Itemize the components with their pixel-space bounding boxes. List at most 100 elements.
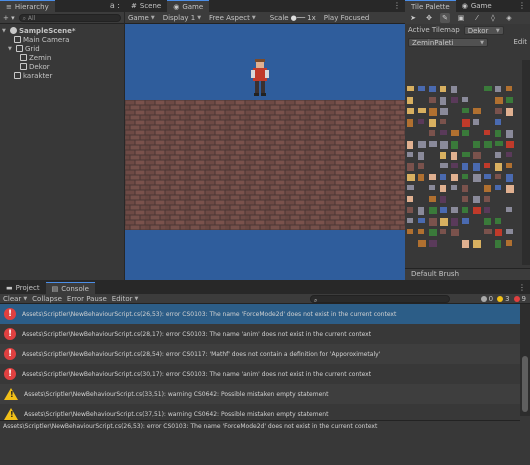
palette-tile[interactable] <box>440 86 446 92</box>
palette-tile[interactable] <box>407 185 414 190</box>
palette-tile[interactable] <box>418 108 426 113</box>
palette-tile[interactable] <box>506 152 512 157</box>
palette-tile[interactable] <box>429 240 437 247</box>
palette-tile[interactable] <box>440 196 446 203</box>
palette-tile[interactable] <box>473 240 481 248</box>
active-tilemap-dropdown[interactable]: Dekor ▼ <box>463 25 504 35</box>
palette-tile[interactable] <box>407 196 413 202</box>
palette-tile[interactable] <box>429 185 435 190</box>
tree-item-main-camera[interactable]: Main Camera <box>2 35 124 44</box>
aspect-dropdown[interactable]: Free Aspect ▼ <box>209 14 256 22</box>
palette-tile[interactable] <box>473 174 481 182</box>
tree-item-karakter[interactable]: karakter <box>2 71 124 80</box>
tree-item-zemin[interactable]: Zemin <box>2 53 124 62</box>
slider-icon[interactable]: ●── <box>291 14 306 22</box>
log-entry[interactable]: ! Assets\Scriptler\NewBehaviourScript.cs… <box>0 324 520 344</box>
palette-tile[interactable] <box>440 97 446 105</box>
palette-tile[interactable] <box>418 229 424 234</box>
tab-scene[interactable]: # Scene <box>125 0 167 12</box>
tab-console[interactable]: ▤ Console <box>45 282 95 294</box>
add-button[interactable]: + ▾ <box>3 14 15 22</box>
palette-tile[interactable] <box>451 86 457 93</box>
palette-tile[interactable] <box>418 174 424 181</box>
info-counter[interactable]: 0 <box>480 295 493 303</box>
palette-tile[interactable] <box>495 218 501 224</box>
palette-tile[interactable] <box>429 196 436 202</box>
palette-tile[interactable] <box>407 229 413 234</box>
box-fill-icon[interactable]: ▣ <box>456 13 466 23</box>
palette-tile[interactable] <box>418 86 425 91</box>
error-pause-button[interactable]: Error Pause <box>67 295 107 303</box>
palette-tile[interactable] <box>495 185 501 190</box>
expand-arrow-icon[interactable]: ▼ <box>2 28 8 34</box>
palette-tile[interactable] <box>484 185 491 192</box>
palette-tile[interactable] <box>440 185 446 192</box>
palette-tile[interactable] <box>473 196 480 203</box>
palette-tile[interactable] <box>407 174 415 181</box>
palette-tile[interactable] <box>451 141 458 149</box>
palette-tile[interactable] <box>451 185 457 190</box>
warning-counter[interactable]: 3 <box>497 295 510 303</box>
error-counter[interactable]: 9 <box>513 295 526 303</box>
tab-menu-icon[interactable]: a : <box>110 1 120 10</box>
palette-tile[interactable] <box>462 207 468 213</box>
display-dropdown[interactable]: Display 1 ▼ <box>163 14 201 22</box>
play-mode-dropdown[interactable]: Play Focused <box>324 14 370 22</box>
palette-tile[interactable] <box>407 163 414 171</box>
palette-tile[interactable] <box>462 185 468 192</box>
palette-tile[interactable] <box>473 163 480 171</box>
palette-tile[interactable] <box>462 218 469 224</box>
console-search-input[interactable]: ⌕ <box>310 295 450 304</box>
palette-tile[interactable] <box>506 240 512 246</box>
palette-tile[interactable] <box>495 119 501 125</box>
palette-tile[interactable] <box>495 97 503 104</box>
palette-tile[interactable] <box>462 196 468 202</box>
palette-tile[interactable] <box>462 130 469 136</box>
log-entry[interactable]: ! Assets\Scriptler\NewBehaviourScript.cs… <box>0 304 520 324</box>
game-mode-dropdown[interactable]: Game ▼ <box>128 14 155 22</box>
tree-item-grid[interactable]: ▼ Grid <box>2 44 124 53</box>
palette-tile[interactable] <box>418 207 424 215</box>
palette-tile[interactable] <box>429 108 437 116</box>
tab-hierarchy[interactable]: ≡ Hierarchy <box>0 0 55 12</box>
palette-tile[interactable] <box>484 229 492 234</box>
palette-tile[interactable] <box>506 97 513 103</box>
erase-icon[interactable]: ◊ <box>488 13 498 23</box>
palette-tile[interactable] <box>484 196 490 202</box>
editor-dropdown[interactable]: Editor ▼ <box>112 295 139 303</box>
palette-tile[interactable] <box>429 141 437 147</box>
palette-tile[interactable] <box>451 207 458 213</box>
palette-tile[interactable] <box>506 130 513 138</box>
palette-tile[interactable] <box>440 108 448 115</box>
kebab-menu-icon[interactable]: ⋮ <box>518 283 526 292</box>
palette-tile[interactable] <box>440 130 447 135</box>
palette-tile[interactable] <box>418 152 424 160</box>
palette-tile[interactable] <box>473 152 481 159</box>
scale-slider[interactable]: Scale ●── 1x <box>270 14 316 22</box>
palette-tile[interactable] <box>429 229 437 236</box>
palette-tile[interactable] <box>484 86 492 91</box>
palette-tile[interactable] <box>429 207 437 214</box>
palette-tile[interactable] <box>451 174 458 181</box>
palette-tile[interactable] <box>484 130 490 135</box>
palette-tile[interactable] <box>407 152 413 157</box>
palette-tile[interactable] <box>495 240 501 248</box>
palette-tile[interactable] <box>440 207 447 213</box>
palette-tile[interactable] <box>462 163 468 170</box>
palette-tile[interactable] <box>407 97 413 104</box>
log-entry[interactable]: ! Assets\Scriptler\NewBehaviourScript.cs… <box>0 344 520 364</box>
palette-tile[interactable] <box>440 218 448 226</box>
tree-item-samplescene[interactable]: ▼ SampleScene* <box>2 26 124 35</box>
palette-tile[interactable] <box>484 218 491 225</box>
palette-tile[interactable] <box>429 174 436 180</box>
brush-dropdown[interactable]: Default Brush <box>408 270 524 279</box>
palette-tile[interactable] <box>407 119 413 127</box>
pick-icon[interactable]: ⁄ <box>472 13 482 23</box>
tab-tile-palette[interactable]: Tile Palette <box>405 0 456 12</box>
palette-tile[interactable] <box>473 141 480 148</box>
palette-tile[interactable] <box>462 108 469 113</box>
scrollbar-thumb[interactable] <box>522 356 528 412</box>
palette-tile[interactable] <box>462 97 468 102</box>
palette-tile[interactable] <box>418 119 424 124</box>
palette-tile[interactable] <box>473 108 481 114</box>
